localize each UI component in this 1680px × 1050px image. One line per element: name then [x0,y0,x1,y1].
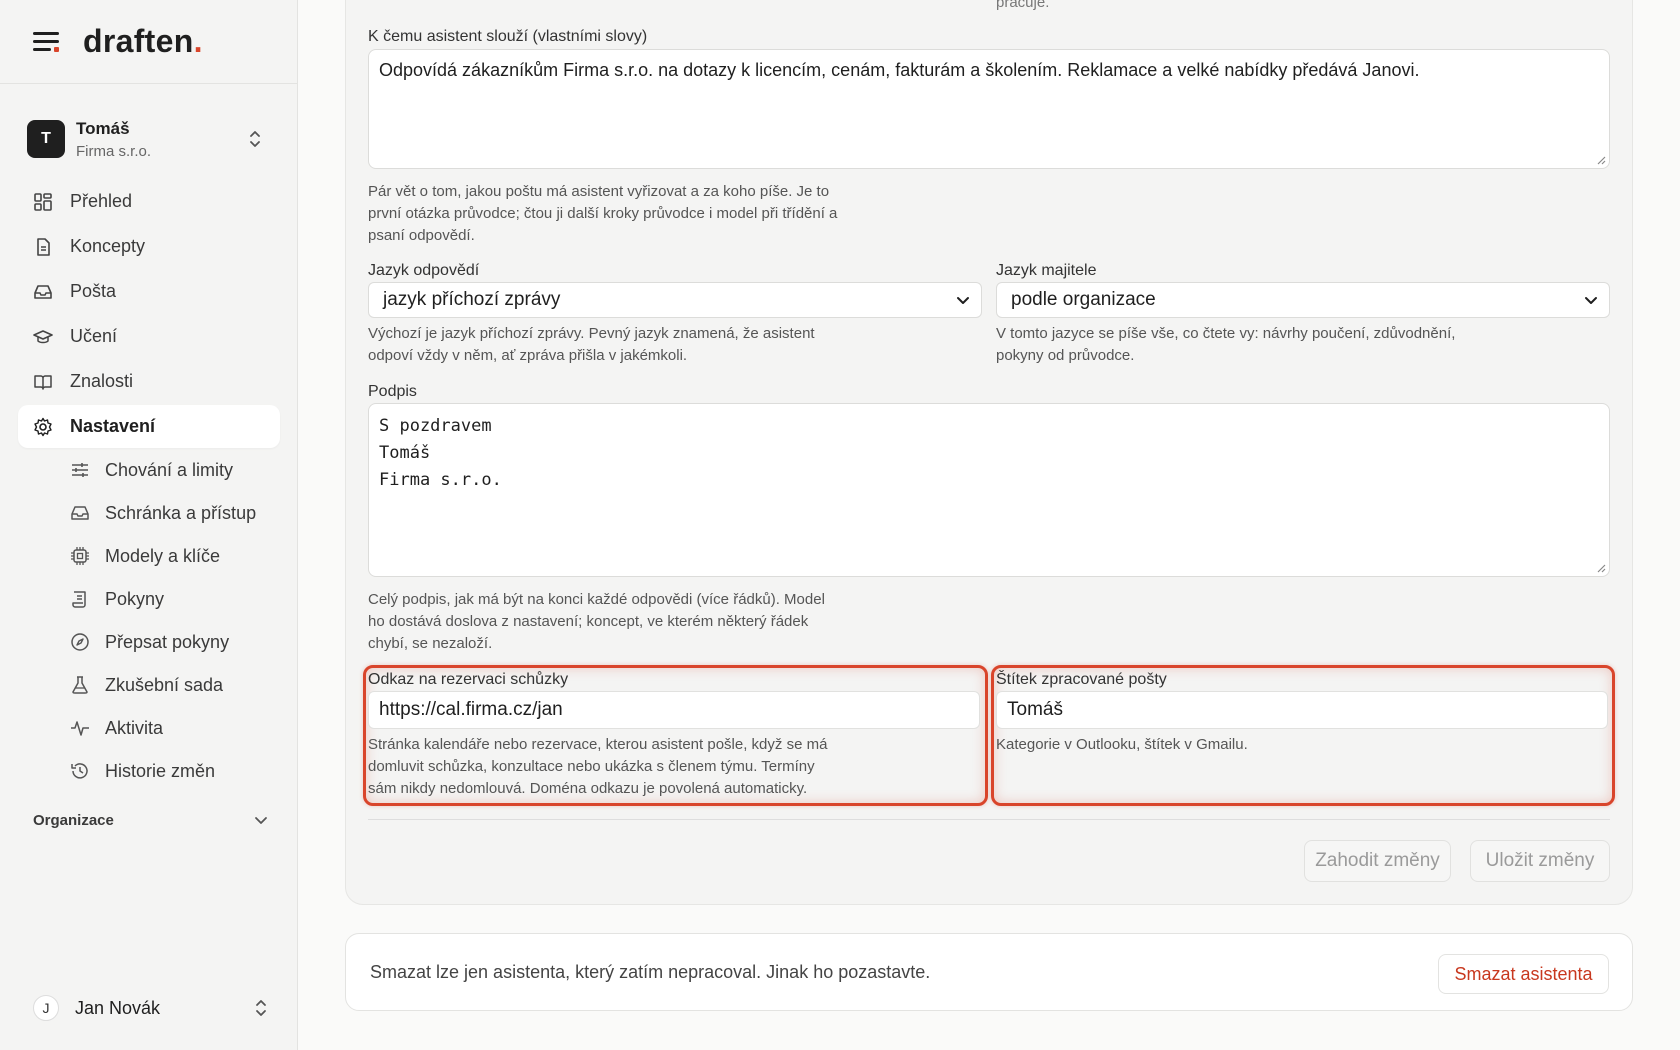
activity-icon [70,718,90,738]
brand-header: draften. [0,0,297,84]
delete-assistant-card: Smazat lze jen asistenta, který zatím ne… [345,933,1633,1011]
nav-label: Znalosti [70,371,134,391]
nav-item-prehled[interactable]: Přehled [18,180,280,223]
subnav-label: Aktivita [105,717,164,738]
graduation-cap-icon [33,327,53,347]
delete-assistant-text: Smazat lze jen asistenta, který zatím ne… [370,962,931,982]
discard-changes-button[interactable]: Zahodit změny [1304,840,1451,882]
processed-tag-input[interactable]: Tomáš [996,691,1608,729]
main-nav: Přehled Koncepty Pošta Učení Znalosti Na… [18,180,280,794]
history-icon [70,761,90,781]
chevron-updown-icon [250,131,260,147]
purpose-help: Pár vět o tom, jakou poštu má asistent v… [368,183,838,244]
nav-label: Pošta [70,281,117,301]
processed-tag-help: Kategorie v Outlooku, štítek v Gmailu. [996,736,1248,753]
subnav-label: Pokyny [105,588,165,609]
subnav-item-chovani[interactable]: Chování a limity [70,450,280,490]
organization-label: Organizace [33,811,114,829]
subnav-item-schranka[interactable]: Schránka a přístup [70,493,280,533]
menu-icon[interactable] [33,31,59,52]
form-divider [368,819,1610,820]
nav-item-koncepty[interactable]: Koncepty [18,225,280,268]
scroll-icon [70,589,90,609]
purpose-textarea[interactable]: Odpovídá zákazníkům Firma s.r.o. na dota… [368,49,1610,169]
reply-language-value: jazyk příchozí zprávy [383,289,561,310]
inbox-icon [33,282,53,302]
owner-language-select[interactable]: podle organizace [996,282,1610,318]
book-icon [33,372,53,392]
document-icon [33,237,53,257]
booking-link-label: Odkaz na rezervaci schůzky [368,671,569,688]
nav-label: Nastavení [70,416,156,436]
account-name: Tomáš [76,118,130,138]
purpose-label: K čemu asistent slouží (vlastními slovy) [368,28,648,45]
reply-language-label: Jazyk odpovědí [368,262,480,279]
processed-tag-value: Tomáš [1007,699,1063,720]
subnav-label: Modely a klíče [105,545,221,566]
nav-item-posta[interactable]: Pošta [18,270,280,313]
purpose-value: Odpovídá zákazníkům Firma s.r.o. na dota… [379,60,1420,80]
flask-icon [70,675,90,695]
owner-language-help: V tomto jazyce se píše vše, co čtete vy:… [996,325,1456,364]
chevron-down-icon [957,297,969,304]
save-changes-button[interactable]: Uložit změny [1470,840,1610,882]
sidebar: draften. T Tomáš Firma s.r.o. Přehled Ko… [0,0,298,1050]
compass-icon [70,632,90,652]
nav-item-znalosti[interactable]: Znalosti [18,360,280,403]
gear-icon [33,417,53,437]
settings-subnav: Chování a limity Schránka a přístup Mode… [18,450,280,791]
user-avatar: J [33,995,59,1021]
subnav-item-pokyny[interactable]: Pokyny [70,579,280,619]
subnav-item-modely[interactable]: Modely a klíče [70,536,280,576]
chevron-down-icon [255,817,267,824]
subnav-item-historie[interactable]: Historie změn [70,751,280,791]
nav-label: Učení [70,326,118,346]
user-menu[interactable]: J Jan Novák [33,994,268,1022]
resize-grip-icon[interactable] [1597,564,1606,573]
nav-label: Přehled [70,191,133,211]
signature-value: S pozdravem Tomáš Firma s.r.o. [379,416,502,490]
inbox-icon [70,503,90,523]
resize-grip-icon[interactable] [1597,156,1606,165]
subnav-label: Přepsat pokyny [105,631,230,652]
owner-language-label: Jazyk majitele [996,262,1097,279]
owner-language-value: podle organizace [1011,289,1156,310]
processed-tag-label: Štítek zpracované pošty [996,671,1167,688]
sliders-icon [70,460,90,480]
user-name: Jan Novák [75,997,161,1018]
chip-icon [70,546,90,566]
chevron-updown-icon [256,1000,266,1016]
account-org: Firma s.r.o. [76,142,152,160]
booking-link-input[interactable]: https://cal.firma.cz/jan [368,691,980,729]
account-avatar: T [27,120,65,158]
nav-label: Koncepty [70,236,146,256]
subnav-label: Chování a limity [105,459,234,480]
chevron-down-icon [1585,297,1597,304]
account-switcher[interactable]: T Tomáš Firma s.r.o. [27,114,272,164]
reply-language-select[interactable]: jazyk příchozí zprávy [368,282,982,318]
booking-link-help: Stránka kalendáře nebo rezervace, kterou… [368,736,828,797]
booking-link-value: https://cal.firma.cz/jan [379,699,563,720]
subnav-label: Historie změn [105,760,216,781]
subnav-item-zkusebni[interactable]: Zkušební sada [70,665,280,705]
delete-assistant-button[interactable]: Smazat asistenta [1438,954,1609,994]
subnav-item-prepsat[interactable]: Přepsat pokyny [70,622,280,662]
subnav-item-aktivita[interactable]: Aktivita [70,708,280,748]
subnav-label: Schránka a přístup [105,502,257,523]
signature-label: Podpis [368,383,417,400]
signature-help: Celý podpis, jak má být na konci každé o… [368,591,825,652]
organization-section-toggle[interactable]: Organizace [33,808,268,832]
subnav-label: Zkušební sada [105,674,224,695]
dashboard-icon [33,192,53,212]
app-logo[interactable]: draften. [83,23,203,60]
truncated-help-text: pracuje. [996,0,1050,11]
signature-textarea[interactable]: S pozdravem Tomáš Firma s.r.o. [368,403,1610,577]
nav-item-uceni[interactable]: Učení [18,315,280,358]
reply-language-help: Výchozí je jazyk příchozí zprávy. Pevný … [368,325,815,364]
nav-item-nastaveni[interactable]: Nastavení [18,405,280,448]
